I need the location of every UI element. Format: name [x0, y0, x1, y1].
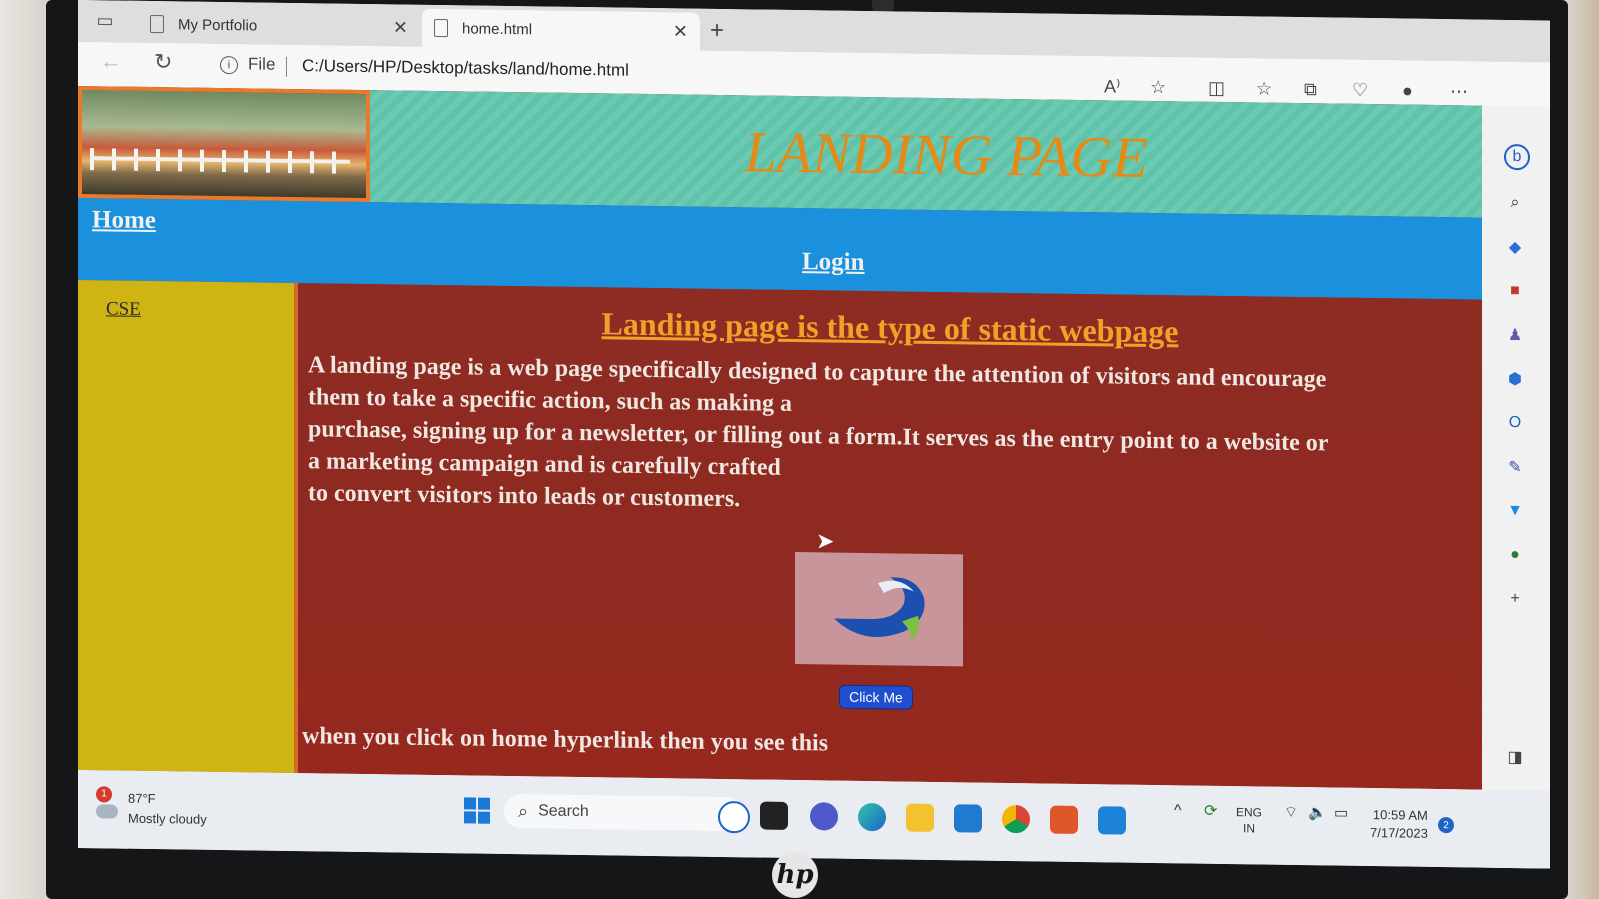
- site-info-icon[interactable]: i: [220, 55, 238, 75]
- tab-title: My Portfolio: [178, 15, 258, 35]
- sync-icon[interactable]: ⟳: [1204, 803, 1217, 820]
- search-placeholder: Search: [538, 802, 589, 821]
- cse-link[interactable]: CSE: [106, 298, 141, 320]
- chat-icon[interactable]: [810, 802, 838, 831]
- tab-home-html[interactable]: home.html ✕: [422, 8, 700, 51]
- microsoft-365-icon[interactable]: ⬢: [1504, 368, 1526, 390]
- language-indicator[interactable]: ENG IN: [1236, 804, 1262, 836]
- close-icon[interactable]: ✕: [673, 21, 688, 42]
- mouse-cursor-icon: ➤: [816, 528, 835, 554]
- clock-date: 7/17/2023: [1370, 825, 1428, 841]
- profile-icon[interactable]: ●: [1402, 80, 1413, 101]
- vscode-icon[interactable]: [1098, 806, 1126, 835]
- edge-sidebar: b ⌕ ◆ ■ ♟ ⬢ O ✎ ▼ ● + ◨ ⚙: [1482, 105, 1550, 869]
- more-options-icon[interactable]: ⋯: [1450, 81, 1468, 102]
- clock[interactable]: 10:59 AM 7/17/2023: [1370, 806, 1428, 843]
- search-icon: ⌕: [518, 800, 529, 821]
- refresh-icon[interactable]: ↻: [154, 49, 172, 75]
- bird-logo-image: [795, 552, 963, 667]
- chrome-icon[interactable]: [1002, 804, 1030, 834]
- wifi-icon[interactable]: ⌔: [1284, 804, 1298, 821]
- screen: ▭ My Portfolio ✕ home.html ✕ + ← ↻ i Fil…: [78, 0, 1550, 869]
- task-view-icon[interactable]: [760, 801, 788, 830]
- collections-icon[interactable]: ⧉: [1304, 79, 1317, 100]
- favorite-star-icon[interactable]: ☆: [1150, 77, 1166, 98]
- sidebar-toggle-icon[interactable]: ◨: [1504, 746, 1526, 768]
- shopping-tag-icon[interactable]: ◆: [1504, 236, 1526, 258]
- games-icon[interactable]: ♟: [1504, 324, 1526, 346]
- add-icon[interactable]: +: [1504, 588, 1526, 610]
- drop-icon[interactable]: ▼: [1504, 500, 1526, 522]
- start-button-icon[interactable]: [464, 797, 490, 824]
- notification-badge[interactable]: 2: [1438, 816, 1454, 834]
- scheme-label: File: [248, 54, 276, 74]
- bird-logo-icon: [834, 577, 925, 644]
- weather-widget[interactable]: 1 87°F Mostly cloudy: [96, 786, 207, 830]
- banner-title: LANDING PAGE: [370, 90, 1482, 218]
- hp-logo-icon: hp: [772, 852, 818, 898]
- footer-note: when you click on home hyperlink then yo…: [302, 723, 829, 757]
- region-code: IN: [1243, 821, 1255, 836]
- close-icon[interactable]: ✕: [393, 17, 408, 38]
- file-explorer-icon[interactable]: [906, 803, 934, 832]
- tab-my-portfolio[interactable]: My Portfolio ✕: [138, 5, 420, 47]
- tab-title: home.html: [462, 19, 533, 38]
- tools-briefcase-icon[interactable]: ■: [1504, 280, 1526, 302]
- volume-icon[interactable]: 🔈: [1308, 804, 1327, 821]
- left-sidebar: CSE: [78, 280, 298, 774]
- weather-condition: Mostly cloudy: [128, 810, 207, 827]
- designer-icon[interactable]: ✎: [1504, 456, 1526, 478]
- mail-icon[interactable]: [954, 804, 982, 833]
- edge-icon[interactable]: [858, 802, 886, 832]
- description-paragraph: A landing page is a web page specificall…: [308, 349, 1468, 525]
- browser-essentials-icon[interactable]: ♡: [1352, 80, 1368, 101]
- main-content: Landing page is the type of static webpa…: [298, 283, 1482, 790]
- tab-actions-icon[interactable]: ▭: [90, 6, 120, 34]
- weather-temperature: 87°F: [128, 790, 156, 807]
- chevron-up-icon[interactable]: ^: [1174, 802, 1182, 819]
- new-tab-button[interactable]: +: [710, 17, 724, 45]
- home-link[interactable]: Home: [92, 206, 156, 235]
- web-page: LANDING PAGE Home Login CSE Landing page…: [78, 86, 1482, 790]
- bing-icon[interactable]: [718, 800, 750, 834]
- bing-chat-icon[interactable]: b: [1504, 143, 1530, 171]
- page-icon: [150, 15, 164, 34]
- click-me-button[interactable]: Click Me: [839, 684, 913, 710]
- login-link[interactable]: Login: [802, 248, 865, 277]
- page-icon: [434, 18, 448, 38]
- back-icon[interactable]: ←: [100, 48, 122, 74]
- cloud-icon: [96, 804, 118, 819]
- taskbar-search[interactable]: ⌕ Search: [504, 793, 744, 832]
- outlook-icon[interactable]: O: [1504, 412, 1526, 434]
- battery-icon[interactable]: ▭: [1334, 805, 1348, 822]
- url-field[interactable]: C:/Users/HP/Desktop/tasks/land/home.html: [302, 56, 629, 81]
- garden-banner-image: [78, 86, 370, 203]
- divider: [286, 56, 287, 77]
- weather-badge: 1: [96, 786, 112, 803]
- search-icon[interactable]: ⌕: [1504, 192, 1526, 214]
- language-code: ENG: [1236, 805, 1263, 820]
- split-screen-icon[interactable]: ◫: [1208, 78, 1225, 99]
- page-heading: Landing page is the type of static webpa…: [601, 305, 1179, 350]
- tree-icon[interactable]: ●: [1504, 544, 1526, 566]
- app-icon[interactable]: [1050, 805, 1078, 834]
- favorites-icon[interactable]: ☆: [1256, 78, 1272, 99]
- clock-time: 10:59 AM: [1372, 807, 1428, 823]
- read-aloud-icon[interactable]: A⁾: [1104, 76, 1120, 97]
